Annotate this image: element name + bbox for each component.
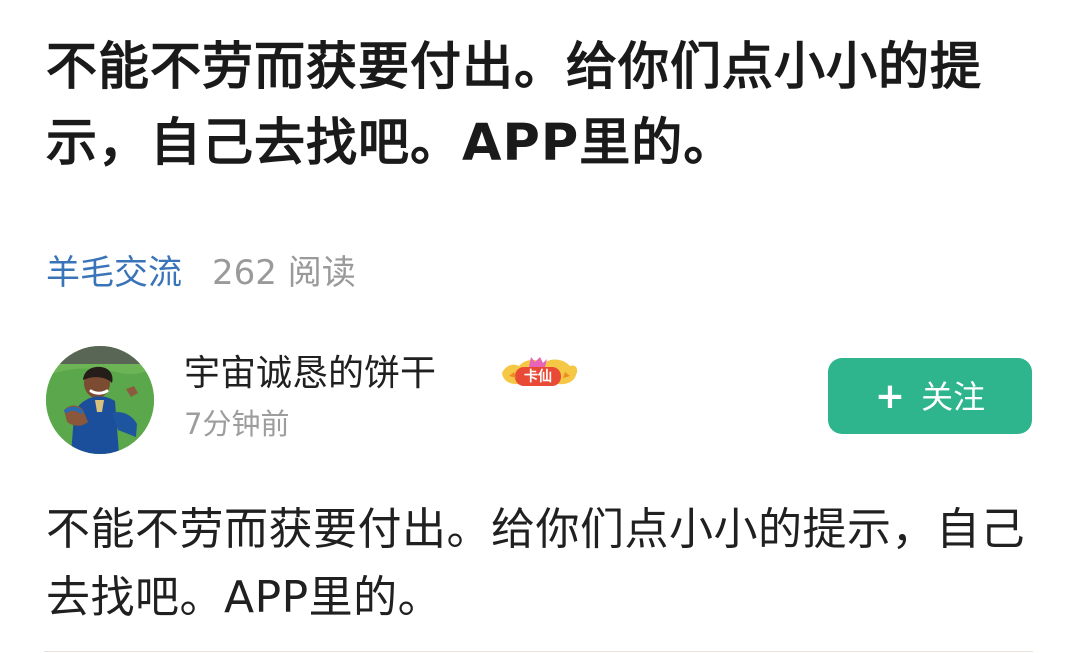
post-meta: 羊毛交流 262 阅读: [46, 248, 356, 298]
post-content: 不能不劳而获要付出。给你们点小小的提示，自己去找吧。APP里的。: [46, 504, 1025, 623]
author-name[interactable]: 宇宙诚恳的饼干: [184, 350, 436, 398]
read-count: 262 阅读: [212, 253, 356, 293]
badge-label: 卡仙: [524, 368, 552, 385]
plus-icon: +: [874, 376, 906, 417]
bottom-divider: [44, 651, 1033, 652]
crown-badge-icon: 卡仙: [498, 354, 580, 394]
category-link[interactable]: 羊毛交流: [46, 248, 182, 298]
author-row: 宇宙诚恳的饼干 卡仙 7分钟前 + 关注: [46, 346, 1032, 456]
follow-label: 关注: [921, 378, 986, 416]
follow-button[interactable]: + 关注: [828, 358, 1032, 434]
post-time: 7分钟前: [184, 407, 290, 441]
post-page: 不能不劳而获要付出。给你们点小小的提示，自己去找吧。APP里的。 羊毛交流 26…: [0, 0, 1077, 653]
post-title: 不能不劳而获要付出。给你们点小小的提示，自己去找吧。APP里的。: [46, 38, 983, 173]
author-avatar[interactable]: [46, 346, 154, 454]
